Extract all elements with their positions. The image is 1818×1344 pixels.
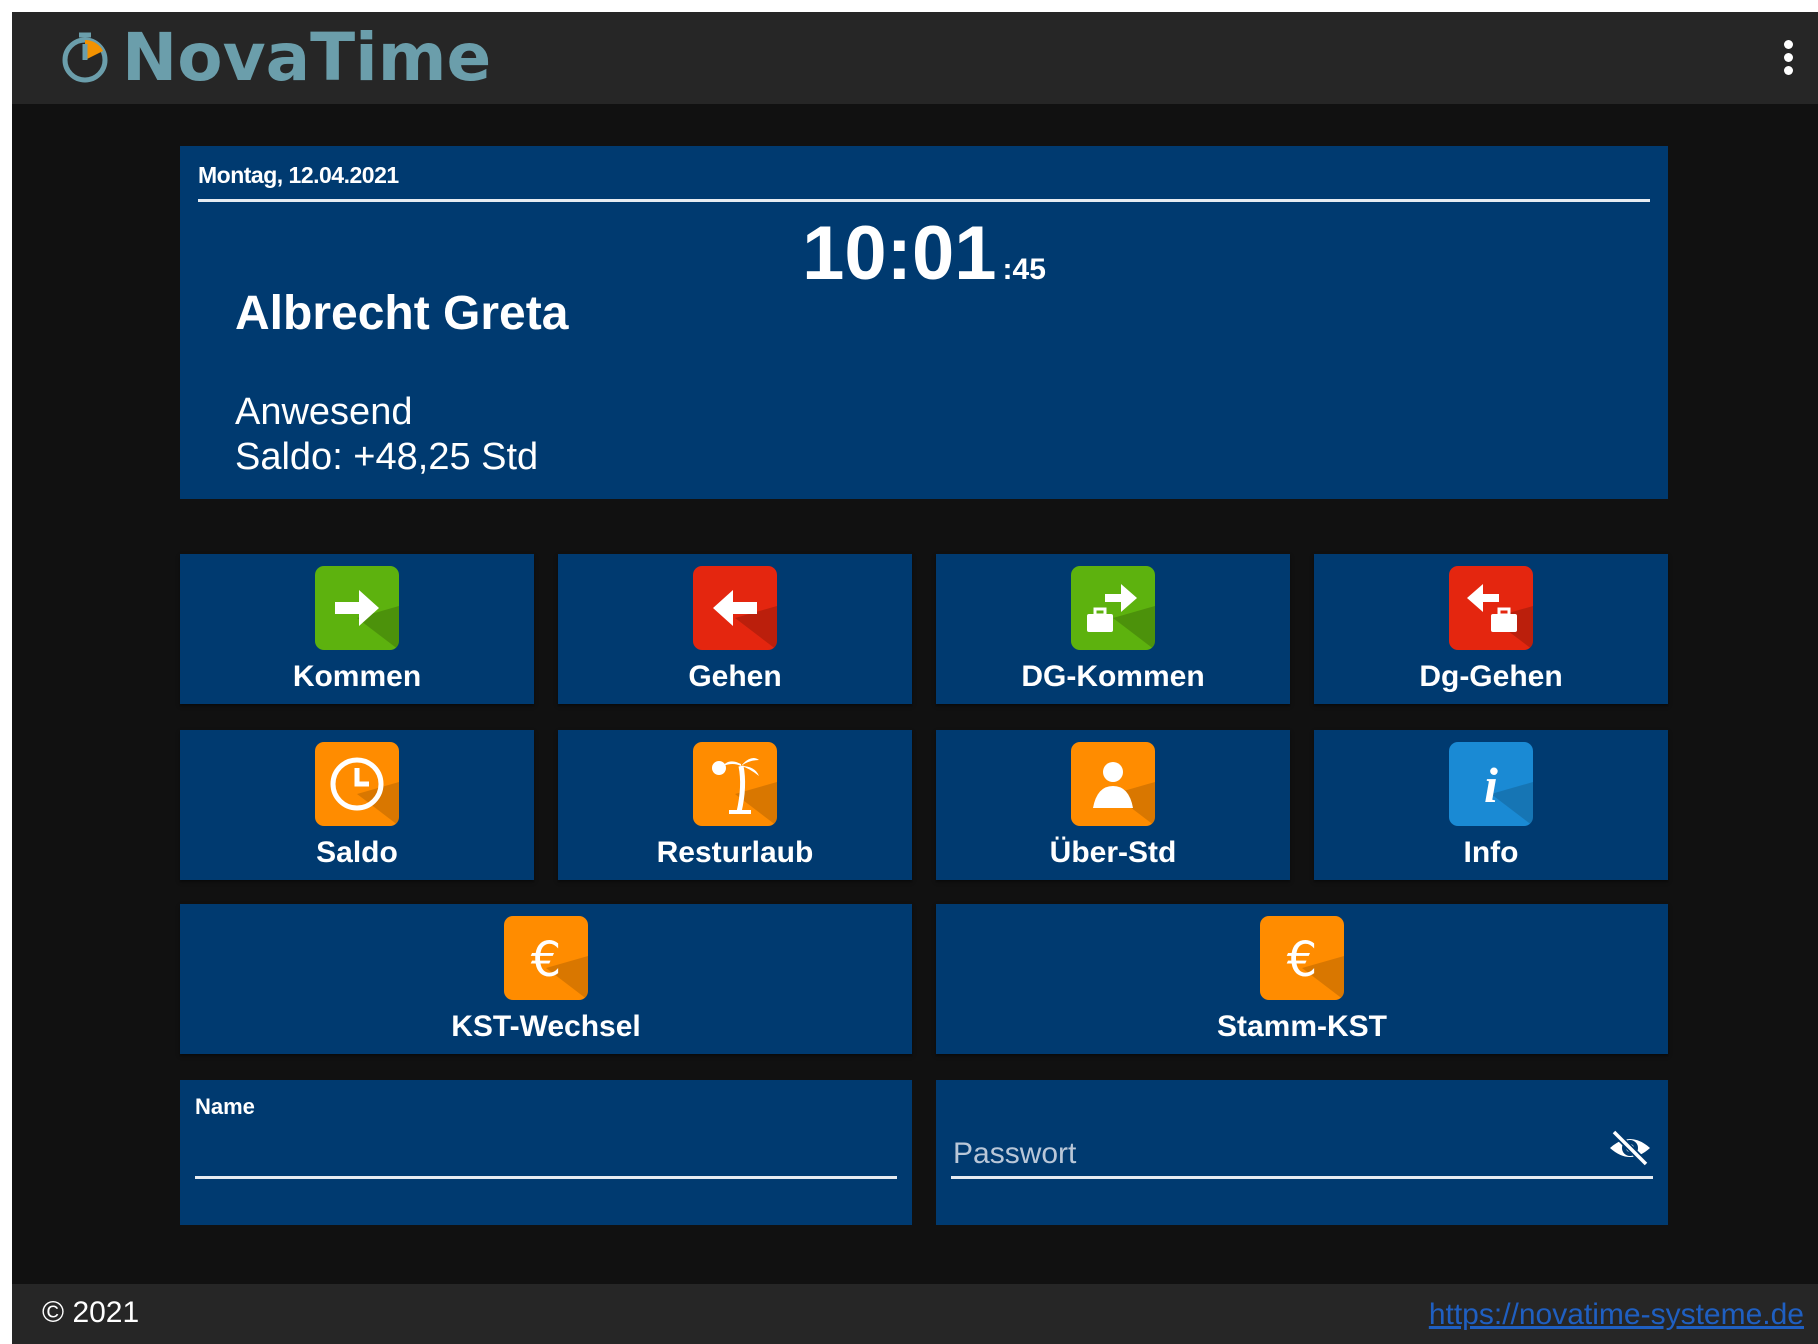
info-icon: i <box>1449 742 1533 826</box>
dg-gehen-label: Dg-Gehen <box>1419 660 1563 693</box>
ueber-std-button[interactable]: Über-Std <box>936 730 1290 880</box>
password-field-container <box>936 1080 1668 1225</box>
business-trip-leave-icon <box>1449 566 1533 650</box>
divider <box>198 199 1650 202</box>
hours-balance: Saldo: +48,25 Std <box>235 436 539 478</box>
svg-text:i: i <box>1484 757 1498 813</box>
euro-icon: € <box>1260 916 1344 1000</box>
svg-text:€: € <box>531 932 562 988</box>
palm-tree-icon <box>693 742 777 826</box>
top-bar: NovaTime <box>12 12 1818 104</box>
app-title: NovaTime <box>122 19 492 96</box>
name-field-container: Name <box>180 1080 912 1225</box>
info-button[interactable]: i Info <box>1314 730 1668 880</box>
stamm-kst-button[interactable]: € Stamm-KST <box>936 904 1668 1054</box>
eye-off-icon[interactable] <box>1606 1124 1654 1172</box>
gehen-button[interactable]: Gehen <box>558 554 912 704</box>
password-field[interactable] <box>951 1128 1598 1180</box>
presence-status: Anwesend <box>235 391 413 433</box>
kommen-label: Kommen <box>292 660 422 693</box>
euro-icon: € <box>504 916 588 1000</box>
clock: 10:01:45 <box>180 210 1668 297</box>
dg-kommen-button[interactable]: DG-Kommen <box>936 554 1290 704</box>
resturlaub-button[interactable]: Resturlaub <box>558 730 912 880</box>
person-icon <box>1071 742 1155 826</box>
app-window: NovaTime Montag, 12.04.2021 10:01:45 Alb… <box>12 12 1818 1344</box>
dg-kommen-label: DG-Kommen <box>1021 660 1205 693</box>
clock-icon <box>315 742 399 826</box>
gehen-label: Gehen <box>688 660 782 693</box>
status-panel: Montag, 12.04.2021 10:01:45 Albrecht Gre… <box>180 146 1668 499</box>
saldo-button[interactable]: Saldo <box>180 730 534 880</box>
stamm-kst-label: Stamm-KST <box>1216 1010 1388 1043</box>
current-date: Montag, 12.04.2021 <box>198 162 399 188</box>
kommen-button[interactable]: Kommen <box>180 554 534 704</box>
kst-wechsel-label: KST-Wechsel <box>451 1010 641 1043</box>
employee-name: Albrecht Greta <box>235 287 569 340</box>
resturlaub-label: Resturlaub <box>656 836 814 869</box>
arrow-right-icon <box>315 566 399 650</box>
clock-seconds: :45 <box>1002 253 1046 286</box>
password-underline <box>951 1176 1653 1179</box>
name-underline <box>195 1176 897 1179</box>
clock-hours-minutes: 10:01 <box>802 211 997 296</box>
footer: © 2021 https://novatime-systeme.de <box>12 1284 1818 1344</box>
ueber-std-label: Über-Std <box>1049 836 1177 869</box>
business-trip-arrive-icon <box>1071 566 1155 650</box>
timer-icon <box>62 32 108 83</box>
saldo-label: Saldo <box>316 836 398 869</box>
copyright: © 2021 <box>42 1296 140 1329</box>
svg-text:€: € <box>1287 932 1318 988</box>
website-link[interactable]: https://novatime-systeme.de <box>1429 1298 1804 1332</box>
info-label: Info <box>1463 836 1519 869</box>
app-logo: NovaTime <box>58 19 492 96</box>
kst-wechsel-button[interactable]: € KST-Wechsel <box>180 904 912 1054</box>
name-label: Name <box>195 1094 255 1119</box>
kebab-menu-icon[interactable] <box>1776 40 1800 80</box>
name-field[interactable] <box>195 1128 897 1170</box>
arrow-left-icon <box>693 566 777 650</box>
dg-gehen-button[interactable]: Dg-Gehen <box>1314 554 1668 704</box>
